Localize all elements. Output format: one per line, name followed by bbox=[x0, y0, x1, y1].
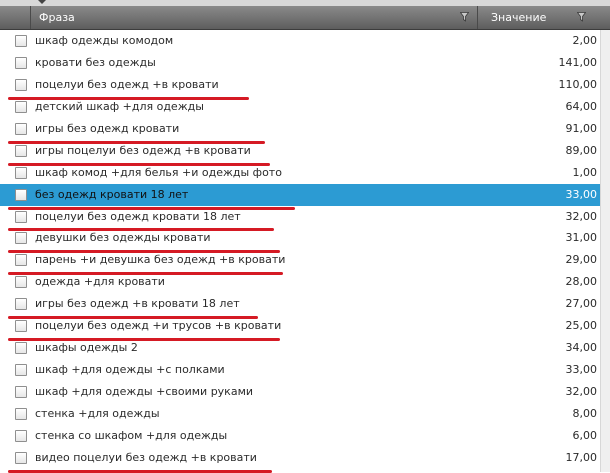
phrase-cell: без одежд кровати 18 лет bbox=[35, 187, 189, 201]
table-row[interactable]: кровати без одежды 141,00 bbox=[0, 52, 600, 74]
value-cell: 17,00 bbox=[565, 450, 598, 464]
table-row[interactable]: игры без одежд кровати 91,00 bbox=[0, 118, 600, 144]
value-cell: 64,00 bbox=[565, 99, 598, 113]
row-checkbox[interactable] bbox=[15, 407, 27, 420]
row-checkbox[interactable] bbox=[15, 429, 27, 442]
table-row[interactable]: одежда +для кровати 28,00 bbox=[0, 271, 600, 293]
table-row[interactable]: поцелуи без одежд кровати 18 лет 32,00 bbox=[0, 206, 600, 232]
phrase-cell: девушки без одежды кровати bbox=[35, 231, 211, 245]
phrase-table-body: шкаф одежды комодом 2,00 кровати без оде… bbox=[0, 30, 600, 473]
table-row[interactable]: стенка со шкафом +для одежды 6,00 bbox=[0, 425, 600, 447]
value-cell: 27,00 bbox=[565, 297, 598, 311]
phrase-cell: шкаф +для одежды +с полками bbox=[35, 363, 225, 377]
row-checkbox[interactable] bbox=[15, 166, 27, 179]
row-checkbox[interactable] bbox=[15, 298, 27, 311]
phrase-cell: поцелуи без одежд +в кровати bbox=[35, 77, 219, 91]
value-filter-icon[interactable] bbox=[577, 12, 586, 22]
phrase-cell: шкаф +для одежды +своими руками bbox=[35, 385, 254, 398]
value-cell: 1,00 bbox=[572, 165, 598, 179]
row-checkbox[interactable] bbox=[15, 386, 27, 398]
phrase-cell: видео поцелуи без одежд +в кровати bbox=[35, 450, 257, 464]
value-cell: 33,00 bbox=[565, 363, 598, 377]
row-checkbox[interactable] bbox=[15, 100, 27, 113]
value-cell: 34,00 bbox=[565, 341, 598, 355]
phrase-cell: детский шкаф +для одежды bbox=[35, 99, 204, 113]
phrase-cell: стенка +для одежды bbox=[35, 406, 160, 420]
value-cell: 2,00 bbox=[572, 34, 598, 47]
row-checkbox[interactable] bbox=[15, 451, 27, 464]
phrase-column-header[interactable]: Фраза bbox=[31, 6, 478, 29]
table-row[interactable]: поцелуи без одежд +и трусов +в кровати 2… bbox=[0, 315, 600, 342]
value-cell: 8,00 bbox=[572, 406, 598, 420]
value-cell: 141,00 bbox=[558, 55, 598, 69]
value-cell: 32,00 bbox=[565, 209, 598, 223]
row-checkbox[interactable] bbox=[15, 188, 27, 201]
row-checkbox[interactable] bbox=[15, 320, 27, 333]
table-row[interactable]: девушки без одежды кровати 31,00 bbox=[0, 227, 600, 254]
table-row[interactable]: шкаф +для одежды +с полками 33,00 bbox=[0, 359, 600, 381]
phrase-cell: стенка со шкафом +для одежды bbox=[35, 428, 228, 442]
collapse-arrow-icon[interactable] bbox=[38, 0, 46, 4]
value-cell: 28,00 bbox=[565, 275, 598, 289]
row-checkbox[interactable] bbox=[15, 78, 27, 91]
phrase-cell: одежда +для кровати bbox=[35, 275, 165, 289]
table-row[interactable]: шкафы одежды 2 34,00 bbox=[0, 337, 600, 359]
value-cell: 89,00 bbox=[565, 143, 598, 157]
row-checkbox[interactable] bbox=[15, 122, 27, 135]
phrase-cell: поцелуи без одежд кровати 18 лет bbox=[35, 209, 241, 223]
value-cell: 6,00 bbox=[572, 428, 598, 442]
phrase-column-label: Фраза bbox=[39, 11, 75, 24]
phrase-cell: шкафы одежды 2 bbox=[35, 341, 138, 355]
value-cell: 110,00 bbox=[558, 77, 598, 91]
row-checkbox[interactable] bbox=[15, 342, 27, 355]
table-row[interactable]: стенка +для одежды 8,00 bbox=[0, 403, 600, 425]
phrase-cell: шкаф одежды комодом bbox=[35, 34, 174, 47]
table-row[interactable]: шкаф одежды комодом 2,00 bbox=[0, 30, 600, 52]
row-checkbox[interactable] bbox=[15, 232, 27, 245]
value-cell: 33,00 bbox=[565, 187, 598, 201]
value-cell: 91,00 bbox=[565, 121, 598, 135]
phrase-cell: поцелуи без одежд +и трусов +в кровати bbox=[35, 319, 282, 333]
row-checkbox[interactable] bbox=[15, 276, 27, 289]
phrase-cell: парень +и девушка без одежд +в кровати bbox=[35, 253, 286, 267]
vertical-scrollbar[interactable] bbox=[600, 30, 610, 472]
phrase-cell: игры поцелуи без одежд +в кровати bbox=[35, 143, 251, 157]
row-checkbox[interactable] bbox=[15, 35, 27, 47]
table-row[interactable]: шкаф комод +для белья +и одежды фото 1,0… bbox=[0, 162, 600, 184]
value-column-header[interactable]: Значение bbox=[479, 6, 610, 29]
table-row-selected[interactable]: без одежд кровати 18 лет 33,00 bbox=[0, 183, 600, 210]
table-row[interactable]: игры без одежд +в кровати 18 лет 27,00 bbox=[0, 293, 600, 320]
red-underline-mark bbox=[8, 469, 272, 473]
table-row[interactable]: парень +и девушка без одежд +в кровати 2… bbox=[0, 249, 600, 276]
table-row[interactable]: игры поцелуи без одежд +в кровати 89,00 bbox=[0, 140, 600, 166]
phrase-cell: игры без одежд +в кровати 18 лет bbox=[35, 297, 240, 311]
row-checkbox[interactable] bbox=[15, 254, 27, 267]
value-cell: 32,00 bbox=[565, 385, 598, 398]
row-checkbox[interactable] bbox=[15, 364, 27, 377]
phrase-cell: шкаф комод +для белья +и одежды фото bbox=[35, 165, 282, 179]
table-row[interactable]: видео поцелуи без одежд +в кровати 17,00 bbox=[0, 447, 600, 473]
row-checkbox[interactable] bbox=[15, 144, 27, 157]
select-column-header bbox=[0, 6, 31, 29]
value-cell: 25,00 bbox=[565, 319, 598, 333]
table-row[interactable]: шкаф +для одежды +своими руками 32,00 bbox=[0, 381, 600, 403]
phrase-filter-icon[interactable] bbox=[460, 12, 469, 22]
table-row[interactable]: поцелуи без одежд +в кровати 110,00 bbox=[0, 74, 600, 100]
table-row[interactable]: детский шкаф +для одежды 64,00 bbox=[0, 96, 600, 118]
value-cell: 31,00 bbox=[565, 231, 598, 245]
value-column-label: Значение bbox=[491, 11, 547, 24]
phrase-cell: игры без одежд кровати bbox=[35, 121, 180, 135]
table-header: Фраза Значение bbox=[0, 6, 610, 30]
row-checkbox[interactable] bbox=[15, 210, 27, 223]
row-checkbox[interactable] bbox=[15, 56, 27, 69]
phrase-cell: кровати без одежды bbox=[35, 55, 156, 69]
value-cell: 29,00 bbox=[565, 253, 598, 267]
